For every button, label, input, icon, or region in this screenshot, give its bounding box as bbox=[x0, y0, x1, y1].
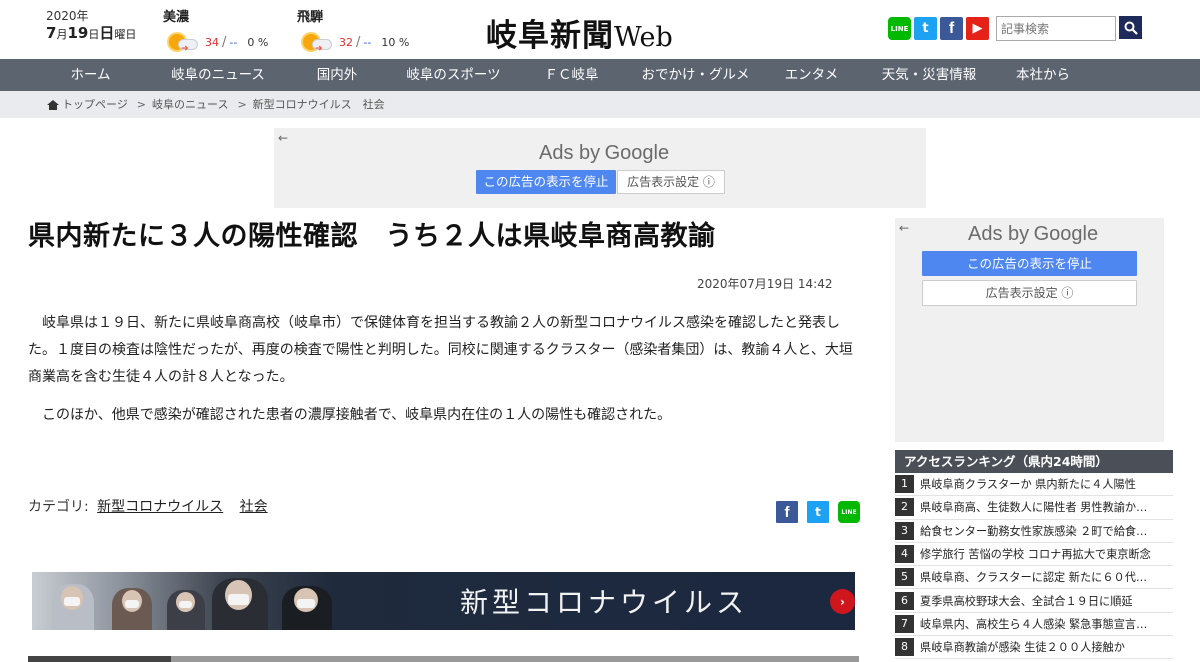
twitter-share-icon[interactable]: t bbox=[807, 501, 829, 523]
home-icon bbox=[47, 99, 59, 110]
rank-number: 8 bbox=[895, 638, 914, 657]
nav-outing-gourmet[interactable]: おでかけ・グルメ bbox=[623, 59, 768, 91]
nav-from-headquarters[interactable]: 本社から bbox=[1003, 59, 1083, 91]
rank-number: 1 bbox=[895, 475, 914, 494]
line-icon[interactable]: LINE bbox=[888, 17, 911, 40]
rank-number: 7 bbox=[895, 614, 914, 633]
twitter-icon[interactable]: t bbox=[914, 17, 937, 40]
precip-chance: 10 % bbox=[381, 35, 410, 49]
weather-mino[interactable]: 美濃 ➜ 34 / -- 0 % bbox=[163, 6, 269, 54]
main-nav: ホーム 岐阜のニュース 国内外 岐阜のスポーツ ＦＣ岐阜 おでかけ・グルメ エン… bbox=[0, 59, 1200, 91]
back-arrow-icon[interactable]: ← bbox=[278, 131, 288, 145]
ranking-headline[interactable]: 給食センター勤務女性家族感染 ２町で給食… bbox=[920, 523, 1172, 539]
date-year: 2020年 bbox=[46, 9, 89, 23]
article-search-input[interactable] bbox=[996, 16, 1116, 41]
rank-number: 4 bbox=[895, 545, 914, 564]
article-body: 岐阜県は１９日、新たに県岐阜商高校（岐阜市）で保健体育を担当する教諭２人の新型コ… bbox=[28, 310, 860, 429]
weather-region: 飛騨 bbox=[297, 10, 324, 25]
site-logo[interactable]: 岐阜新聞Web bbox=[486, 10, 673, 55]
site-header: 2020年 7月19日日曜日 美濃 ➜ 34 / -- 0 % 飛騨 ➜ 32 … bbox=[0, 0, 1200, 59]
breadcrumb: トップページ > 岐阜のニュース > 新型コロナウイルス 社会 bbox=[0, 91, 1200, 118]
ranking-headline[interactable]: 夏季県高校野球大会、全試合１９日に順延 bbox=[920, 593, 1172, 609]
facebook-share-icon[interactable]: f bbox=[776, 501, 798, 523]
ranking-item[interactable]: 5 県岐阜商、クラスターに認定 新たに６０代… bbox=[895, 566, 1173, 590]
stop-ad-button[interactable]: この広告の表示を停止 bbox=[922, 251, 1137, 276]
weather-hida[interactable]: 飛騨 ➜ 32 / -- 10 % bbox=[297, 6, 410, 54]
category-link-coronavirus[interactable]: 新型コロナウイルス bbox=[97, 499, 223, 515]
search-button[interactable] bbox=[1119, 16, 1142, 39]
access-ranking: アクセスランキング（県内24時間） 1 県岐阜商クラスターか 県内新たに４人陽性 … bbox=[895, 450, 1173, 660]
temp-low: -- bbox=[363, 35, 372, 49]
nav-entertainment[interactable]: エンタメ bbox=[768, 59, 855, 91]
article-headline: 県内新たに３人の陽性確認 うち２人は県岐阜商高教諭 bbox=[28, 221, 716, 252]
nav-home[interactable]: ホーム bbox=[32, 59, 149, 91]
ranking-headline[interactable]: 県岐阜商、クラスターに認定 新たに６０代… bbox=[920, 569, 1172, 585]
section-tab-bar bbox=[28, 656, 859, 662]
ranking-headline[interactable]: 県岐阜商クラスターか 県内新たに４人陽性 bbox=[920, 476, 1172, 492]
ranking-item[interactable]: 3 給食センター勤務女性家族感染 ２町で給食… bbox=[895, 520, 1173, 543]
rank-number: 2 bbox=[895, 498, 914, 517]
date-month-day: 7月19日日曜日 bbox=[46, 24, 137, 42]
ranking-item[interactable]: 2 県岐阜商高、生徒数人に陽性者 男性教諭か… bbox=[895, 496, 1173, 520]
social-links: LINE t f ▶ bbox=[888, 17, 989, 40]
weather-region: 美濃 bbox=[163, 10, 190, 25]
ranking-list: 1 県岐阜商クラスターか 県内新たに４人陽性 2 県岐阜商高、生徒数人に陽性者 男性… bbox=[895, 473, 1173, 660]
coronavirus-feature-banner[interactable]: 新型コロナウイルス › bbox=[32, 572, 855, 630]
chevron-right-icon: › bbox=[830, 589, 855, 614]
temp-high: 32 bbox=[339, 35, 353, 49]
ad-settings-button[interactable]: 広告表示設定 ⓘ bbox=[922, 280, 1137, 306]
facebook-icon[interactable]: f bbox=[940, 17, 963, 40]
line-share-icon[interactable]: LINE bbox=[838, 501, 860, 523]
banner-title: 新型コロナウイルス bbox=[460, 586, 749, 619]
ranking-title: アクセスランキング（県内24時間） bbox=[895, 450, 1173, 473]
youtube-icon[interactable]: ▶ bbox=[966, 17, 989, 40]
article-paragraph: このほか、他県で感染が確認された患者の濃厚接触者で、岐阜県内在住の１人の陽性も確… bbox=[42, 407, 672, 423]
ranking-item[interactable]: 7 岐阜県内、高校生ら４人感染 緊急事態宣言… bbox=[895, 613, 1173, 637]
article-categories: カテゴリ: 新型コロナウイルス 社会 bbox=[28, 496, 268, 516]
ranking-headline[interactable]: 県岐阜商高、生徒数人に陽性者 男性教諭か… bbox=[920, 499, 1172, 515]
article-date: 2020年07月19日 14:42 bbox=[697, 277, 833, 291]
category-link-society[interactable]: 社会 bbox=[240, 499, 268, 515]
search-icon bbox=[1124, 21, 1138, 35]
ranking-item[interactable]: 4 修学旅行 苦悩の学校 コロナ再拡大で東京断念 bbox=[895, 543, 1173, 567]
ads-by-google: Ads by Google bbox=[968, 223, 1099, 245]
temp-low: -- bbox=[229, 35, 238, 49]
category-label: カテゴリ: bbox=[28, 499, 89, 515]
rank-number: 5 bbox=[895, 568, 914, 587]
back-arrow-icon[interactable]: ← bbox=[899, 221, 909, 235]
ranking-item[interactable]: 1 県岐阜商クラスターか 県内新たに４人陽性 bbox=[895, 473, 1173, 497]
share-buttons: f t LINE bbox=[776, 501, 860, 523]
side-ad-placeholder: ← Ads by Google この広告の表示を停止 広告表示設定 ⓘ bbox=[895, 218, 1164, 442]
breadcrumb-home[interactable]: トップページ bbox=[62, 91, 128, 118]
breadcrumb-item[interactable]: 岐阜のニュース bbox=[152, 91, 228, 118]
top-ad-placeholder: ← Ads by Google この広告の表示を停止 広告表示設定 ⓘ bbox=[274, 128, 926, 208]
nav-gifu-sports[interactable]: 岐阜のスポーツ bbox=[387, 59, 520, 91]
ranking-item[interactable]: 6 夏季県高校野球大会、全試合１９日に順延 bbox=[895, 589, 1173, 613]
nav-weather-disaster[interactable]: 天気・災害情報 bbox=[855, 59, 1003, 91]
current-date: 2020年 7月19日日曜日 bbox=[46, 10, 136, 41]
precip-chance: 0 % bbox=[247, 35, 269, 49]
ranking-headline[interactable]: 修学旅行 苦悩の学校 コロナ再拡大で東京断念 bbox=[920, 546, 1172, 562]
ad-settings-button[interactable]: 広告表示設定 ⓘ bbox=[617, 170, 725, 194]
nav-gifu-news[interactable]: 岐阜のニュース bbox=[149, 59, 287, 91]
article-paragraph: 岐阜県は１９日、新たに県岐阜商高校（岐阜市）で保健体育を担当する教諭２人の新型コ… bbox=[28, 315, 853, 385]
ranking-item[interactable]: 8 県岐阜商教諭が感染 生徒２００人接触か bbox=[895, 636, 1173, 660]
nav-domestic-international[interactable]: 国内外 bbox=[287, 59, 387, 91]
ranking-headline[interactable]: 岐阜県内、高校生ら４人感染 緊急事態宣言… bbox=[920, 616, 1172, 632]
ads-by-google: Ads by Google bbox=[539, 142, 670, 164]
breadcrumb-item: 新型コロナウイルス 社会 bbox=[252, 98, 385, 111]
stop-ad-button[interactable]: この広告の表示を停止 bbox=[476, 170, 616, 194]
rank-number: 6 bbox=[895, 591, 914, 610]
sunny-then-cloudy-icon: ➜ bbox=[163, 31, 199, 54]
rank-number: 3 bbox=[895, 521, 914, 540]
ranking-headline[interactable]: 県岐阜商教諭が感染 生徒２００人接触か bbox=[920, 639, 1172, 655]
nav-fc-gifu[interactable]: ＦＣ岐阜 bbox=[520, 59, 623, 91]
temp-high: 34 bbox=[205, 35, 219, 49]
sunny-then-cloudy-icon: ➜ bbox=[297, 31, 333, 54]
